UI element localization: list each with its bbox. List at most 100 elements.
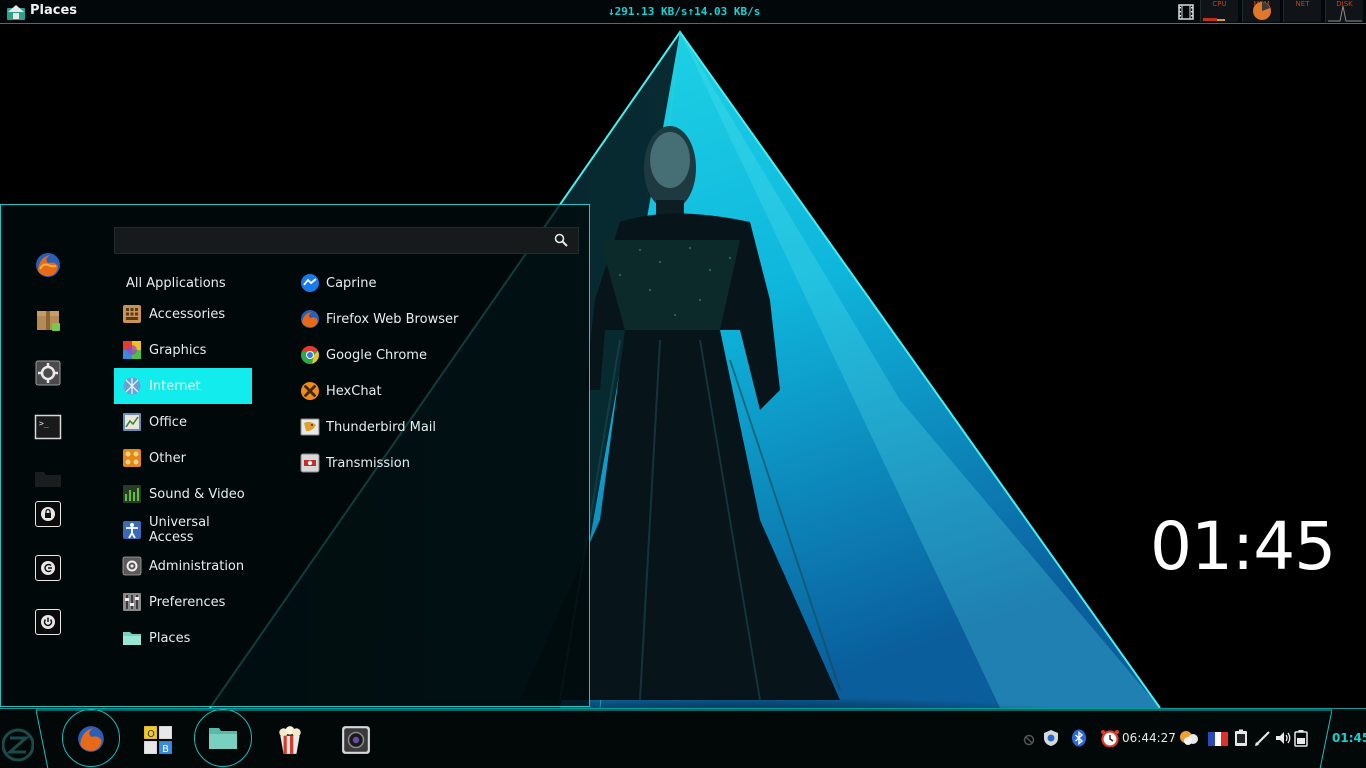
cpu-monitor[interactable]: CPU [1200, 0, 1238, 22]
dock-office-suite[interactable]: OB [129, 717, 187, 768]
tray-time[interactable]: 06:44:27 [1122, 731, 1176, 745]
favorite-terminal[interactable]: >_ [33, 412, 63, 442]
top-panel: Places ↓291.13 KB/s↑14.03 KB/s CPU MEM N… [0, 0, 1366, 24]
category-label: All Applications [126, 275, 226, 291]
film-icon[interactable] [1178, 4, 1194, 20]
terminal-icon: >_ [34, 414, 62, 440]
category-label: Preferences [149, 594, 226, 610]
sound-video-icon [123, 485, 141, 503]
category-other[interactable]: Other [114, 440, 252, 476]
category-universal-access[interactable]: Universal Access [114, 512, 252, 548]
network-monitor-label: NET [1295, 0, 1310, 8]
category-label: Graphics [149, 342, 207, 358]
app-transmission[interactable]: Transmission [297, 445, 567, 481]
volume-icon[interactable] [1274, 729, 1292, 747]
category-label: Other [149, 450, 186, 466]
app-firefox[interactable]: Firefox Web Browser [297, 301, 567, 337]
bluetooth-icon[interactable] [1070, 729, 1088, 747]
logout-icon [41, 561, 55, 575]
home-folder-icon[interactable] [6, 4, 26, 21]
category-label: Internet [149, 378, 201, 394]
app-google-chrome[interactable]: Google Chrome [297, 337, 567, 373]
dock-popcorn-time[interactable] [261, 717, 319, 768]
category-label: Accessories [149, 306, 226, 322]
chrome-icon [301, 346, 319, 364]
bottom-panel: OB 06:44:27 01:45 [0, 708, 1366, 768]
app-hexchat[interactable]: HexChat [297, 373, 567, 409]
other-icon [123, 449, 141, 467]
places-folder-icon [123, 632, 141, 645]
app-label: Firefox Web Browser [326, 311, 459, 327]
favorite-folder[interactable] [33, 463, 63, 493]
category-sound-video[interactable]: Sound & Video [114, 476, 252, 512]
network-monitor[interactable]: NET [1283, 0, 1321, 22]
pen-icon[interactable] [1254, 729, 1272, 747]
category-places[interactable]: Places [114, 620, 252, 656]
network-speed-indicator: ↓291.13 KB/s↑14.03 KB/s [608, 5, 761, 18]
cpu-graph [1203, 18, 1225, 21]
french-flag-icon[interactable] [1208, 732, 1228, 746]
category-graphics[interactable]: Graphics [114, 332, 252, 368]
firefox-icon [36, 253, 60, 277]
memory-pie [1253, 2, 1271, 20]
package-installer-icon [37, 311, 60, 331]
memory-monitor[interactable]: MEM [1242, 0, 1280, 22]
places-menu-label[interactable]: Places [30, 3, 77, 18]
security-shield-icon[interactable] [1042, 729, 1060, 747]
office-suite-icon: OB [144, 726, 172, 755]
shutdown-button[interactable] [35, 609, 61, 635]
zorin-menu-icon[interactable] [2, 725, 34, 765]
favorite-firefox[interactable] [33, 250, 63, 280]
panel-clock[interactable]: 01:45 [1332, 731, 1366, 745]
power-icon [41, 615, 55, 629]
alarm-clock-icon[interactable] [1100, 729, 1120, 747]
disk-monitor[interactable]: DISK [1325, 0, 1363, 22]
clipboard-icon[interactable] [1234, 729, 1248, 747]
category-label: Places [149, 630, 191, 646]
category-administration[interactable]: Administration [114, 548, 252, 584]
dock-camera[interactable] [327, 717, 385, 768]
lock-icon [41, 507, 55, 521]
transmission-icon [300, 453, 320, 473]
category-label: Administration [149, 558, 245, 574]
favorite-package-installer[interactable] [33, 304, 63, 334]
app-label: HexChat [326, 383, 382, 399]
system-tray: 06:44:27 [1018, 727, 1318, 751]
app-caprine[interactable]: Caprine [297, 265, 567, 301]
app-label: Caprine [326, 275, 377, 291]
firefox-icon [301, 310, 319, 328]
category-preferences[interactable]: Preferences [114, 584, 252, 620]
logout-button[interactable] [35, 555, 61, 581]
battery-icon[interactable] [1294, 729, 1308, 747]
camera-icon [342, 726, 370, 754]
thunderbird-icon [300, 418, 320, 436]
menu-search-box [114, 227, 579, 254]
favorite-system-settings[interactable] [33, 358, 63, 388]
svg-text:O: O [147, 729, 155, 740]
category-internet[interactable]: Internet [114, 368, 252, 404]
app-thunderbird[interactable]: Thunderbird Mail [297, 409, 567, 445]
category-label: Office [149, 414, 187, 430]
dock-firefox[interactable] [62, 709, 120, 767]
firefox-icon [78, 726, 104, 752]
svg-text:B: B [162, 744, 169, 755]
category-label: Sound & Video [149, 486, 245, 502]
search-icon[interactable] [554, 233, 568, 247]
popcorn-time-icon [279, 726, 301, 754]
hexchat-icon [301, 382, 319, 400]
dock-files[interactable] [194, 709, 252, 767]
search-input[interactable] [115, 228, 545, 253]
system-settings-icon [35, 360, 61, 386]
lock-button[interactable] [35, 501, 61, 527]
category-office[interactable]: Office [114, 404, 252, 440]
category-accessories[interactable]: Accessories [114, 296, 252, 332]
office-icon [123, 413, 141, 431]
disk-graph [1328, 5, 1362, 22]
app-label: Transmission [326, 455, 410, 471]
weather-icon[interactable] [1178, 729, 1200, 747]
administration-icon [122, 556, 142, 576]
app-label: Google Chrome [326, 347, 427, 363]
svg-text:>_: >_ [39, 419, 49, 428]
network-icon[interactable] [1022, 729, 1036, 747]
caprine-icon [301, 274, 319, 292]
